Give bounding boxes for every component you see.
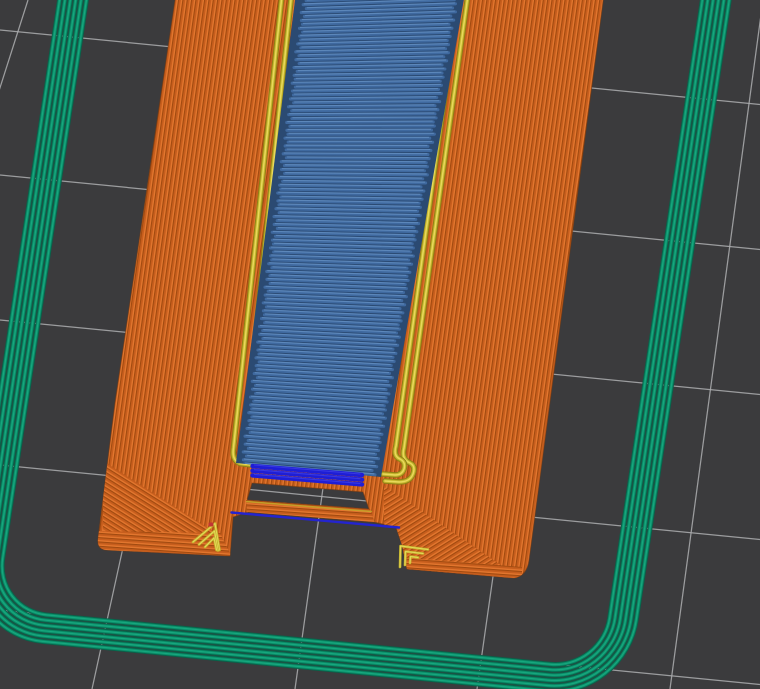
slicer-3d-viewport[interactable] (0, 0, 760, 689)
gcode-preview-canvas[interactable] (0, 0, 760, 689)
gap-fill-dot (209, 523, 214, 527)
